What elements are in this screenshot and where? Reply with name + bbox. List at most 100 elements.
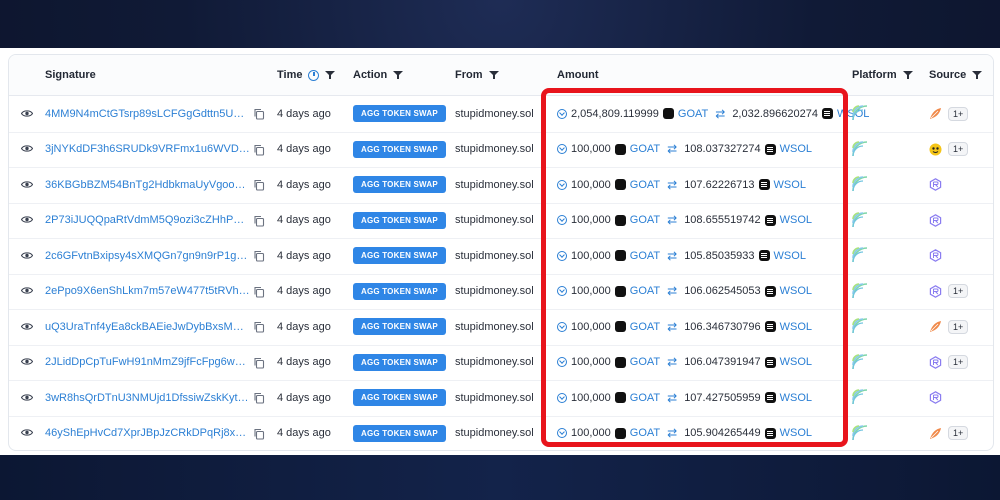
token-out-link[interactable]: WSOL [780,427,812,439]
chevron-circle-icon[interactable] [557,179,567,190]
chevron-circle-icon[interactable] [557,144,567,154]
token-in-link[interactable]: GOAT [630,214,660,226]
copy-icon[interactable] [253,427,267,441]
raydium-icon[interactable] [929,391,942,404]
copy-icon[interactable] [253,320,267,334]
chevron-circle-icon[interactable] [557,321,567,332]
token-in-link[interactable]: GOAT [630,143,660,155]
copy-icon[interactable] [253,214,267,228]
signature-link[interactable]: 46yShEpHvCd7XprJBpJzCRkDPqRj8xHgkY... [45,416,251,451]
eye-icon[interactable] [17,316,37,336]
platform-icon[interactable] [852,424,868,441]
copy-icon[interactable] [253,356,267,370]
chevron-circle-icon[interactable] [557,215,567,225]
signature-link[interactable]: 2JLidDpCpTuFwH91nMmZ9jfFcFpg6wEaK... [45,345,251,380]
token-in-link[interactable]: GOAT [630,427,660,439]
copy-icon[interactable] [253,249,267,263]
copy-icon[interactable] [253,391,267,405]
token-in-link[interactable]: GOAT [630,250,660,262]
filter-icon[interactable] [393,70,404,80]
signature-link[interactable]: 2c6GFvtnBxipsy4sXMQGn7gn9n9rP1gcVN... [45,238,251,273]
more-sources-badge[interactable]: 1+ [948,106,969,121]
more-sources-badge[interactable]: 1+ [948,426,969,440]
platform-icon[interactable] [852,389,868,405]
chevron-circle-icon[interactable] [557,392,567,403]
token-in-link[interactable]: GOAT [630,392,660,404]
signature-link[interactable]: 36KBGbBZM54BnTg2HdbkmaUyVgoo7qaX... [45,167,251,202]
token-in-link[interactable]: GOAT [678,108,708,120]
more-sources-badge[interactable]: 1+ [948,355,969,369]
token-in-link[interactable]: GOAT [630,285,660,297]
raydium-icon[interactable] [929,178,942,191]
orange-feather-icon[interactable] [929,427,942,440]
more-sources-badge[interactable]: 1+ [948,284,969,298]
token-out-link[interactable]: WSOL [780,356,812,368]
from-text[interactable]: stupidmoney.sol [455,132,534,167]
copy-icon[interactable] [253,178,267,192]
more-sources-badge[interactable]: 1+ [948,142,969,156]
platform-icon[interactable] [852,176,868,192]
raydium-icon[interactable] [929,355,942,369]
chevron-circle-icon[interactable] [557,357,567,367]
signature-link[interactable]: 2ePpo9X6enShLkm7m57eW477t5tRVhE6iL... [45,274,251,309]
from-text[interactable]: stupidmoney.sol [455,203,534,238]
raydium-icon[interactable] [929,213,942,227]
token-out-link[interactable]: WSOL [774,250,806,262]
filter-icon[interactable] [488,70,499,80]
token-in-link[interactable]: GOAT [630,356,660,368]
from-text[interactable]: stupidmoney.sol [455,345,534,380]
signature-link[interactable]: uQ3UraTnf4yEa8ckBAEieJwDybBxsMWp8D... [45,309,251,344]
chevron-circle-icon[interactable] [557,250,567,261]
token-out-link[interactable]: WSOL [780,392,812,404]
chevron-circle-icon[interactable] [557,286,567,296]
more-sources-badge[interactable]: 1+ [948,319,969,334]
platform-icon[interactable] [852,105,868,121]
eye-icon[interactable] [17,387,37,407]
platform-icon[interactable] [852,247,868,263]
copy-icon[interactable] [253,107,267,121]
from-text[interactable]: stupidmoney.sol [455,416,534,451]
platform-icon[interactable] [852,318,868,334]
eye-icon[interactable] [17,174,37,194]
signature-link[interactable]: 2P73iJUQQpaRtVdmM5Q9ozi3cZHhPWSo... [45,203,251,238]
filter-icon[interactable] [972,70,983,80]
platform-icon[interactable] [852,140,868,157]
clock-icon[interactable] [308,69,320,81]
platform-icon[interactable] [852,353,868,370]
token-out-link[interactable]: WSOL [774,179,806,191]
token-out-link[interactable]: WSOL [780,214,812,226]
chevron-circle-icon[interactable] [557,428,567,438]
eye-icon[interactable] [17,281,37,301]
from-text[interactable]: stupidmoney.sol [455,167,534,202]
token-in-link[interactable]: GOAT [630,321,660,333]
eye-icon[interactable] [17,245,37,265]
eye-icon[interactable] [17,103,37,123]
token-out-link[interactable]: WSOL [780,321,812,333]
eye-icon[interactable] [17,352,37,372]
from-text[interactable]: stupidmoney.sol [455,309,534,344]
eye-icon[interactable] [17,423,37,443]
signature-link[interactable]: 3jNYKdDF3h6SRUDk9VRFmx1u6WVDkgUrc... [45,132,251,167]
token-in-link[interactable]: GOAT [630,179,660,191]
copy-icon[interactable] [253,143,267,157]
token-out-link[interactable]: WSOL [780,285,812,297]
signature-link[interactable]: 4MM9N4mCtGTsrp89sLCFGgGdttn5UYnW... [45,96,251,131]
from-text[interactable]: stupidmoney.sol [455,380,534,415]
eye-icon[interactable] [17,139,37,159]
eye-icon[interactable] [17,210,37,230]
filter-icon[interactable] [902,70,913,80]
platform-icon[interactable] [852,282,868,299]
raydium-icon[interactable] [929,249,942,262]
orange-feather-icon[interactable] [929,107,942,120]
from-text[interactable]: stupidmoney.sol [455,238,534,273]
copy-icon[interactable] [253,285,267,299]
from-text[interactable]: stupidmoney.sol [455,96,534,131]
yellow-face-icon[interactable] [929,143,942,156]
from-text[interactable]: stupidmoney.sol [455,274,534,309]
chevron-circle-icon[interactable] [557,108,567,119]
token-out-link[interactable]: WSOL [780,143,812,155]
platform-icon[interactable] [852,211,868,228]
raydium-icon[interactable] [929,284,942,298]
orange-feather-icon[interactable] [929,320,942,333]
signature-link[interactable]: 3wR8hsQrDTnU3NMUjd1DfssiwZskKytoijV... [45,380,251,415]
